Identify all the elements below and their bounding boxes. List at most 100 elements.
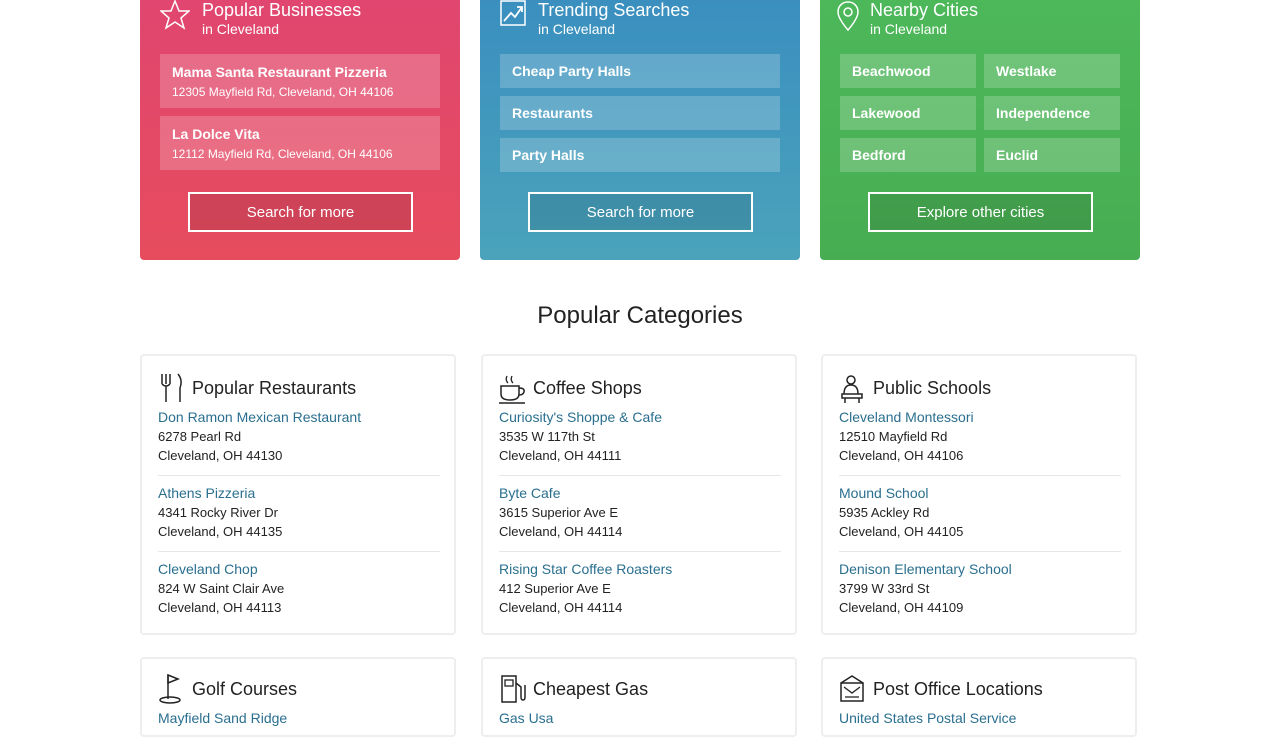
place-city: Cleveland, OH 44130 — [158, 448, 283, 463]
place-link[interactable]: Denison Elementary School — [839, 560, 1121, 579]
search-more-businesses-button[interactable]: Search for more — [188, 192, 413, 232]
trending-item[interactable]: Cheap Party Halls — [500, 54, 780, 88]
city-label[interactable]: Bedford — [852, 147, 906, 163]
trending-item-label[interactable]: Cheap Party Halls — [512, 63, 631, 79]
city-item[interactable]: Euclid — [984, 138, 1120, 172]
place-street: 3535 W 117th St — [499, 429, 595, 444]
nearby-cities-title: Nearby Cities — [870, 0, 979, 20]
trending-searches-panel: Trending Searches in Cleveland Cheap Par… — [480, 0, 800, 260]
place-link[interactable]: Cleveland Chop — [158, 560, 440, 579]
trending-item-label[interactable]: Party Halls — [512, 147, 584, 163]
category-header[interactable]: Post Office Locations — [839, 673, 1043, 705]
nearby-cities-subtitle: in Cleveland — [870, 21, 948, 37]
city-label[interactable]: Independence — [996, 105, 1090, 121]
place-item: Denison Elementary School 3799 W 33rd St… — [839, 560, 1121, 617]
category-title[interactable]: Popular Restaurants — [192, 378, 356, 399]
category-header[interactable]: Cheapest Gas — [499, 673, 648, 705]
search-more-trending-button[interactable]: Search for more — [528, 192, 753, 232]
place-city: Cleveland, OH 44105 — [839, 524, 964, 539]
post-office-icon — [840, 675, 864, 702]
divider — [499, 551, 781, 552]
place-link[interactable]: Curiosity's Shoppe & Cafe — [499, 408, 781, 427]
city-item[interactable]: Lakewood — [840, 96, 976, 130]
place-link[interactable]: Cleveland Montessori — [839, 408, 1121, 427]
category-header[interactable]: Golf Courses — [158, 673, 297, 705]
category-card-gas: Cheapest Gas Gas Usa — [481, 657, 797, 737]
place-link[interactable]: Byte Cafe — [499, 484, 781, 503]
promo-row: Popular Businesses in Cleveland Mama San… — [140, 0, 1140, 260]
category-card-coffee: Coffee Shops Curiosity's Shoppe & Cafe 3… — [481, 354, 797, 635]
place-link[interactable]: Mayfield Sand Ridge — [158, 709, 440, 728]
place-item: Mayfield Sand Ridge — [158, 709, 440, 728]
divider — [158, 551, 440, 552]
place-street: 3799 W 33rd St — [839, 581, 930, 596]
divider — [839, 475, 1121, 476]
trending-item[interactable]: Party Halls — [500, 138, 780, 172]
business-name[interactable]: La Dolce Vita — [172, 126, 260, 142]
category-title[interactable]: Coffee Shops — [533, 378, 642, 399]
business-card[interactable]: Mama Santa Restaurant Pizzeria 12305 May… — [160, 54, 440, 108]
business-card[interactable]: La Dolce Vita 12112 Mayfield Rd, Clevela… — [160, 116, 440, 170]
city-label[interactable]: Beachwood — [852, 63, 931, 79]
popular-businesses-title: Popular Businesses — [202, 0, 362, 20]
category-header[interactable]: Popular Restaurants — [158, 372, 356, 404]
place-city: Cleveland, OH 44109 — [839, 600, 964, 615]
city-item[interactable]: Westlake — [984, 54, 1120, 88]
place-item: United States Postal Service — [839, 709, 1121, 728]
place-link[interactable]: Mound School — [839, 484, 1121, 503]
popular-businesses-panel: Popular Businesses in Cleveland Mama San… — [140, 0, 460, 260]
place-street: 4341 Rocky River Dr — [158, 505, 278, 520]
trending-chart-icon — [500, 0, 526, 26]
explore-cities-button[interactable]: Explore other cities — [868, 192, 1093, 232]
place-link[interactable]: Don Ramon Mexican Restaurant — [158, 408, 440, 427]
business-name[interactable]: Mama Santa Restaurant Pizzeria — [172, 64, 387, 80]
place-item: Cleveland Chop 824 W Saint Clair Ave Cle… — [158, 560, 440, 617]
category-header[interactable]: Public Schools — [839, 372, 991, 404]
place-item: Byte Cafe 3615 Superior Ave E Cleveland,… — [499, 484, 781, 541]
place-street: 5935 Ackley Rd — [839, 505, 930, 520]
place-city: Cleveland, OH 44135 — [158, 524, 283, 539]
category-card-golf: Golf Courses Mayfield Sand Ridge — [140, 657, 456, 737]
divider — [158, 475, 440, 476]
trending-item[interactable]: Restaurants — [500, 96, 780, 130]
place-item: Cleveland Montessori 12510 Mayfield Rd C… — [839, 408, 1121, 465]
category-title[interactable]: Golf Courses — [192, 679, 297, 700]
map-pin-icon — [837, 1, 859, 32]
place-item: Curiosity's Shoppe & Cafe 3535 W 117th S… — [499, 408, 781, 465]
place-item: Rising Star Coffee Roasters 412 Superior… — [499, 560, 781, 617]
place-link[interactable]: Gas Usa — [499, 709, 781, 728]
city-item[interactable]: Beachwood — [840, 54, 976, 88]
place-link[interactable]: Rising Star Coffee Roasters — [499, 560, 781, 579]
category-card-restaurants: Popular Restaurants Don Ramon Mexican Re… — [140, 354, 456, 635]
city-item[interactable]: Independence — [984, 96, 1120, 130]
category-header[interactable]: Coffee Shops — [499, 372, 642, 404]
business-address: 12112 Mayfield Rd, Cleveland, OH 44106 — [172, 147, 393, 161]
place-item: Don Ramon Mexican Restaurant 6278 Pearl … — [158, 408, 440, 465]
gas-pump-icon — [501, 675, 526, 703]
place-item: Mound School 5935 Ackley Rd Cleveland, O… — [839, 484, 1121, 541]
place-city: Cleveland, OH 44106 — [839, 448, 964, 463]
category-title[interactable]: Public Schools — [873, 378, 991, 399]
place-city: Cleveland, OH 44114 — [499, 600, 623, 615]
category-title[interactable]: Cheapest Gas — [533, 679, 648, 700]
place-item: Athens Pizzeria 4341 Rocky River Dr Clev… — [158, 484, 440, 541]
city-label[interactable]: Lakewood — [852, 105, 920, 121]
business-address: 12305 Mayfield Rd, Cleveland, OH 44106 — [172, 85, 394, 99]
place-street: 412 Superior Ave E — [499, 581, 611, 596]
divider — [499, 475, 781, 476]
place-city: Cleveland, OH 44114 — [499, 524, 623, 539]
city-label[interactable]: Euclid — [996, 147, 1038, 163]
category-card-schools: Public Schools Cleveland Montessori 1251… — [821, 354, 1137, 635]
coffee-cup-icon — [499, 375, 525, 404]
golf-flag-icon — [159, 673, 181, 704]
place-link[interactable]: United States Postal Service — [839, 709, 1121, 728]
category-title[interactable]: Post Office Locations — [873, 679, 1043, 700]
place-city: Cleveland, OH 44111 — [499, 448, 622, 463]
popular-businesses-subtitle: in Cleveland — [202, 21, 280, 37]
city-label[interactable]: Westlake — [996, 63, 1056, 79]
place-link[interactable]: Athens Pizzeria — [158, 484, 440, 503]
trending-item-label[interactable]: Restaurants — [512, 105, 593, 121]
city-item[interactable]: Bedford — [840, 138, 976, 172]
star-icon — [160, 0, 190, 30]
school-icon — [841, 375, 863, 403]
